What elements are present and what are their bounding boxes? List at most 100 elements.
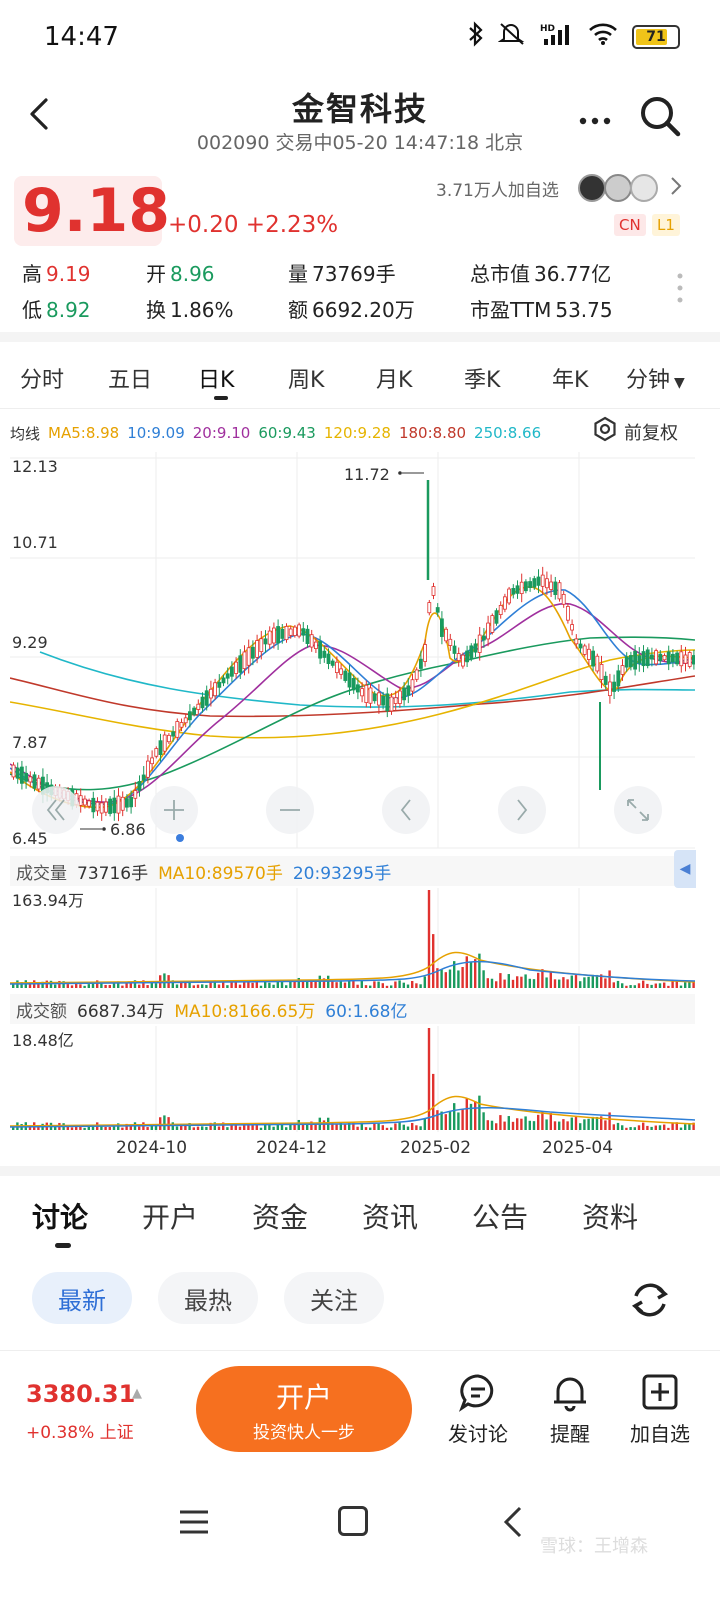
ma-item-10: 10:9.09 — [127, 424, 185, 442]
volume-bar — [541, 1111, 544, 1130]
volume-bar — [390, 985, 393, 988]
tab-open-account[interactable]: 开户 — [142, 1196, 198, 1236]
candle-body — [196, 703, 201, 710]
volume-ma10: MA10:89570手 — [158, 863, 283, 884]
volume-bar — [385, 985, 389, 988]
candle-body — [595, 655, 600, 672]
y-tick-label: 9.29 — [12, 633, 48, 652]
tab-quarterly-k[interactable]: 季K — [464, 362, 500, 394]
tab-profile[interactable]: 资料 — [582, 1196, 638, 1236]
kline-chart[interactable]: 12.13 10.71 9.29 7.87 6.45 11.72 6.86 — [10, 452, 695, 852]
candle-body — [532, 578, 537, 588]
zoom-out-icon[interactable] — [266, 786, 314, 834]
pan-right-icon[interactable] — [498, 786, 546, 834]
volume-header: 成交量 73716手 MA10:89570手 20:93295手 — [10, 856, 695, 886]
pan-left-icon[interactable] — [382, 786, 430, 834]
candle-body — [192, 707, 197, 715]
volume-bar — [163, 1115, 166, 1130]
tab-minute[interactable]: 分钟 ▼ — [626, 362, 685, 394]
fullscreen-icon[interactable] — [614, 786, 662, 834]
post-discussion-button[interactable]: 发讨论 — [438, 1372, 518, 1447]
tab-five-day[interactable]: 五日 — [108, 362, 152, 394]
volume-bar — [360, 980, 363, 988]
collapse-panel-icon[interactable]: ◀ — [674, 850, 696, 888]
candle-body — [427, 602, 432, 614]
stat-volume: 量 73769手 — [288, 258, 396, 287]
volume-bar — [528, 978, 531, 988]
filter-following[interactable]: 关注 — [284, 1272, 384, 1324]
page-title: 金智科技 — [291, 90, 428, 128]
divider — [0, 408, 720, 409]
candle-body — [376, 692, 381, 706]
volume-bar — [402, 1124, 405, 1130]
filter-hot[interactable]: 最热 — [158, 1272, 258, 1324]
volume-bar — [591, 1116, 594, 1130]
avatar — [578, 174, 606, 202]
active-tab-indicator — [214, 396, 228, 400]
tab-yearly-k[interactable]: 年K — [552, 362, 588, 394]
volume-bar — [545, 1119, 548, 1130]
nav-recents-icon[interactable] — [178, 1508, 210, 1536]
tab-weekly-k[interactable]: 周K — [288, 362, 324, 394]
volume-bar — [595, 1116, 599, 1130]
volume-bar — [314, 981, 317, 988]
tab-discussion[interactable]: 讨论 — [32, 1196, 88, 1236]
candle-body — [339, 668, 344, 675]
stat-high-value: 9.19 — [46, 262, 91, 286]
min-price-marker: 6.86 — [80, 820, 146, 839]
more-options-icon[interactable] — [578, 100, 612, 135]
more-stats-icon[interactable] — [676, 272, 684, 304]
volume-bar — [684, 982, 687, 988]
alert-button[interactable]: 提醒 — [530, 1372, 610, 1447]
volume-bar — [633, 985, 636, 988]
tab-monthly-k[interactable]: 月K — [376, 362, 412, 394]
volume-bar — [356, 984, 359, 988]
adjust-button[interactable]: 前复权 — [592, 416, 678, 447]
candle-body — [540, 574, 545, 587]
chevron-left-left-icon[interactable] — [32, 786, 80, 834]
refresh-icon[interactable] — [628, 1278, 672, 1322]
volume-bar — [230, 982, 233, 988]
search-icon[interactable] — [638, 94, 682, 138]
open-account-button[interactable]: 开户 投资快人一步 — [196, 1366, 412, 1452]
index-change[interactable]: +0.38% 上证 — [26, 1418, 134, 1443]
volume-bar — [167, 1117, 170, 1130]
candle-body — [486, 622, 491, 640]
volume-bar — [66, 984, 69, 988]
add-to-watchlist-button[interactable]: 加自选 — [620, 1372, 700, 1447]
y-tick-label: 6.45 — [12, 829, 48, 848]
candle-body — [276, 626, 281, 644]
nav-home-icon[interactable] — [338, 1506, 368, 1536]
candle-body — [666, 651, 671, 665]
tab-capital[interactable]: 资金 — [252, 1196, 308, 1236]
tab-announcements[interactable]: 公告 — [472, 1196, 528, 1236]
candle-body — [217, 681, 222, 688]
candle-body — [87, 800, 91, 807]
tab-intraday[interactable]: 分时 — [20, 362, 64, 394]
candle-body — [36, 777, 41, 790]
nav-back-icon[interactable] — [500, 1504, 526, 1540]
tab-news[interactable]: 资讯 — [362, 1196, 418, 1236]
volume-bar — [192, 1127, 195, 1130]
candle-body — [91, 797, 96, 813]
candle-body — [448, 638, 453, 646]
candle-body — [322, 650, 327, 658]
tab-daily-k[interactable]: 日K — [198, 362, 234, 394]
candle-body — [528, 581, 532, 588]
index-value[interactable]: 3380.31 — [26, 1380, 135, 1408]
up-triangle-icon: ▲ — [132, 1386, 142, 1401]
candle-body — [208, 688, 213, 699]
candle-body — [318, 641, 323, 659]
watch-count[interactable]: 3.71万人加自选 — [436, 176, 559, 201]
chevron-right-icon[interactable] — [670, 176, 682, 201]
candle-body — [242, 651, 247, 670]
candle-body — [137, 781, 142, 791]
candle-body — [637, 655, 642, 664]
volume-bar — [532, 979, 536, 988]
volume-bar — [570, 975, 573, 988]
zoom-in-icon[interactable] — [150, 786, 198, 834]
watermark: 雪球：王增森 — [540, 1536, 648, 1557]
filter-latest[interactable]: 最新 — [32, 1272, 132, 1324]
volume-bar — [511, 979, 515, 988]
volume-bar — [591, 974, 594, 988]
